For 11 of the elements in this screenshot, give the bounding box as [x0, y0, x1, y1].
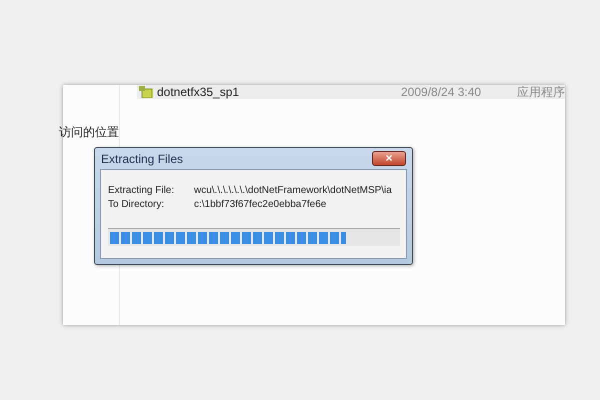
- nav-item[interactable]: 访问的位置: [59, 124, 119, 141]
- field-value: c:\1bbf73f67fec2e0ebba7fe6e: [194, 198, 326, 212]
- installer-icon: [139, 86, 153, 98]
- dialog-title: Extracting Files: [101, 152, 184, 166]
- file-row[interactable]: dotnetfx35_sp1 2009/8/24 3:40 应用程序: [137, 85, 565, 99]
- field-label: To Directory:: [108, 198, 166, 212]
- file-date: 2009/8/24 3:40: [401, 86, 482, 98]
- field-value: wcu\.\.\.\.\.\.\dotNetFramework\dotNetMSP\ia: [194, 184, 392, 198]
- file-type: 应用程序: [517, 86, 565, 98]
- field-label: Extracting File:: [108, 184, 176, 198]
- file-name: dotnetfx35_sp1: [157, 86, 240, 98]
